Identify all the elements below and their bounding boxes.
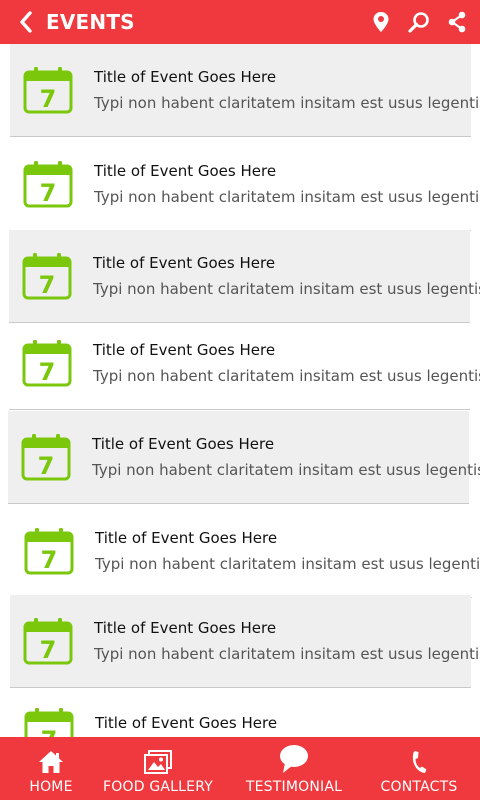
nav-food-gallery-label: FOOD GALLERY <box>103 779 213 795</box>
svg-text:7: 7 <box>39 271 56 299</box>
event-title: Title of Event Goes Here <box>95 529 278 547</box>
bottom-navigation: HOME FOOD GALLERY TESTIMONIAL CONTACTS <box>0 737 480 800</box>
share-button[interactable] <box>440 4 474 40</box>
event-title: Title of Event Goes Here <box>94 619 277 637</box>
calendar-icon: 7 <box>23 618 73 665</box>
chevron-left-icon <box>20 11 32 33</box>
share-icon <box>448 11 466 33</box>
event-title: Title of Event Goes Here <box>92 435 275 453</box>
event-description: Typi non habent claritatem insitam est u… <box>92 461 480 479</box>
svg-text:7: 7 <box>40 636 57 664</box>
event-text: Title of Event Goes Here <box>95 713 277 737</box>
search-icon <box>408 12 429 33</box>
calendar-icon: 7 <box>21 434 71 481</box>
event-title: Title of Event Goes Here <box>93 254 276 272</box>
event-description: Typi non habent claritatem insitam est u… <box>93 367 480 385</box>
nav-contacts[interactable]: CONTACTS <box>376 737 462 800</box>
svg-text:7: 7 <box>38 452 55 480</box>
calendar-icon: 7 <box>22 340 72 387</box>
event-text: Title of Event Goes Here Typi non habent… <box>94 618 480 664</box>
calendar-icon: 7 <box>23 161 73 208</box>
event-title: Title of Event Goes Here <box>94 68 277 86</box>
event-title: Title of Event Goes Here <box>94 162 277 180</box>
speech-bubble-icon <box>280 745 308 773</box>
event-description: Typi non habent claritatem insitam est u… <box>94 94 480 112</box>
nav-testimonial[interactable]: TESTIMONIAL <box>240 737 348 800</box>
page-title: EVENTS <box>46 10 135 34</box>
header-actions <box>364 0 474 44</box>
calendar-icon: 7 <box>22 253 72 300</box>
event-description: Typi non habent claritatem insitam est u… <box>93 280 480 298</box>
event-row[interactable]: 7 Title of Event Goes Here Typi non habe… <box>9 317 480 410</box>
event-text: Title of Event Goes Here Typi non habent… <box>94 67 480 113</box>
calendar-icon: 7 <box>24 528 74 575</box>
location-button[interactable] <box>364 4 398 40</box>
event-text: Title of Event Goes Here Typi non habent… <box>94 161 480 207</box>
event-text: Title of Event Goes Here Typi non habent… <box>93 340 480 386</box>
event-title: Title of Event Goes Here <box>93 341 276 359</box>
nav-home[interactable]: HOME <box>20 737 82 800</box>
event-text: Title of Event Goes Here Typi non habent… <box>93 253 480 299</box>
location-pin-icon <box>373 12 389 32</box>
event-description: Typi non habent claritatem insitam est u… <box>94 188 480 206</box>
event-row[interactable]: 7 Title of Event Goes Here Typi non habe… <box>8 411 480 504</box>
nav-food-gallery[interactable]: FOOD GALLERY <box>100 737 216 800</box>
events-list: 7 Title of Event Goes Here Typi non habe… <box>0 44 480 737</box>
svg-text:7: 7 <box>41 726 58 737</box>
nav-contacts-label: CONTACTS <box>380 779 458 795</box>
event-row[interactable]: 7 Title of Event Goes Here Typi non habe… <box>9 230 480 323</box>
phone-icon <box>412 751 427 773</box>
event-row[interactable]: 7 Title of Event Goes Here <box>11 689 472 737</box>
event-row[interactable]: 7 Title of Event Goes Here Typi non habe… <box>10 44 480 137</box>
home-icon <box>39 751 63 773</box>
event-description: Typi non habent claritatem insitam est u… <box>94 645 480 663</box>
nav-testimonial-label: TESTIMONIAL <box>245 779 343 795</box>
event-title: Title of Event Goes Here <box>95 714 278 732</box>
calendar-icon: 7 <box>24 708 74 737</box>
back-button[interactable] <box>6 0 46 44</box>
svg-text:7: 7 <box>39 358 56 386</box>
event-text: Title of Event Goes Here Typi non habent… <box>95 528 480 574</box>
calendar-icon: 7 <box>23 67 73 114</box>
event-description: Typi non habent claritatem insitam est u… <box>95 555 480 573</box>
svg-text:7: 7 <box>40 179 57 207</box>
event-row[interactable]: 7 Title of Event Goes Here Typi non habe… <box>10 138 480 231</box>
event-row[interactable]: 7 Title of Event Goes Here Typi non habe… <box>10 595 480 688</box>
svg-text:7: 7 <box>40 85 57 113</box>
nav-home-label: HOME <box>29 779 73 795</box>
event-text: Title of Event Goes Here Typi non habent… <box>92 434 480 480</box>
svg-text:7: 7 <box>41 546 58 574</box>
event-row[interactable]: 7 Title of Event Goes Here Typi non habe… <box>11 505 480 598</box>
gallery-icon <box>144 750 172 774</box>
search-button[interactable] <box>402 4 436 40</box>
top-app-bar: EVENTS <box>0 0 480 44</box>
